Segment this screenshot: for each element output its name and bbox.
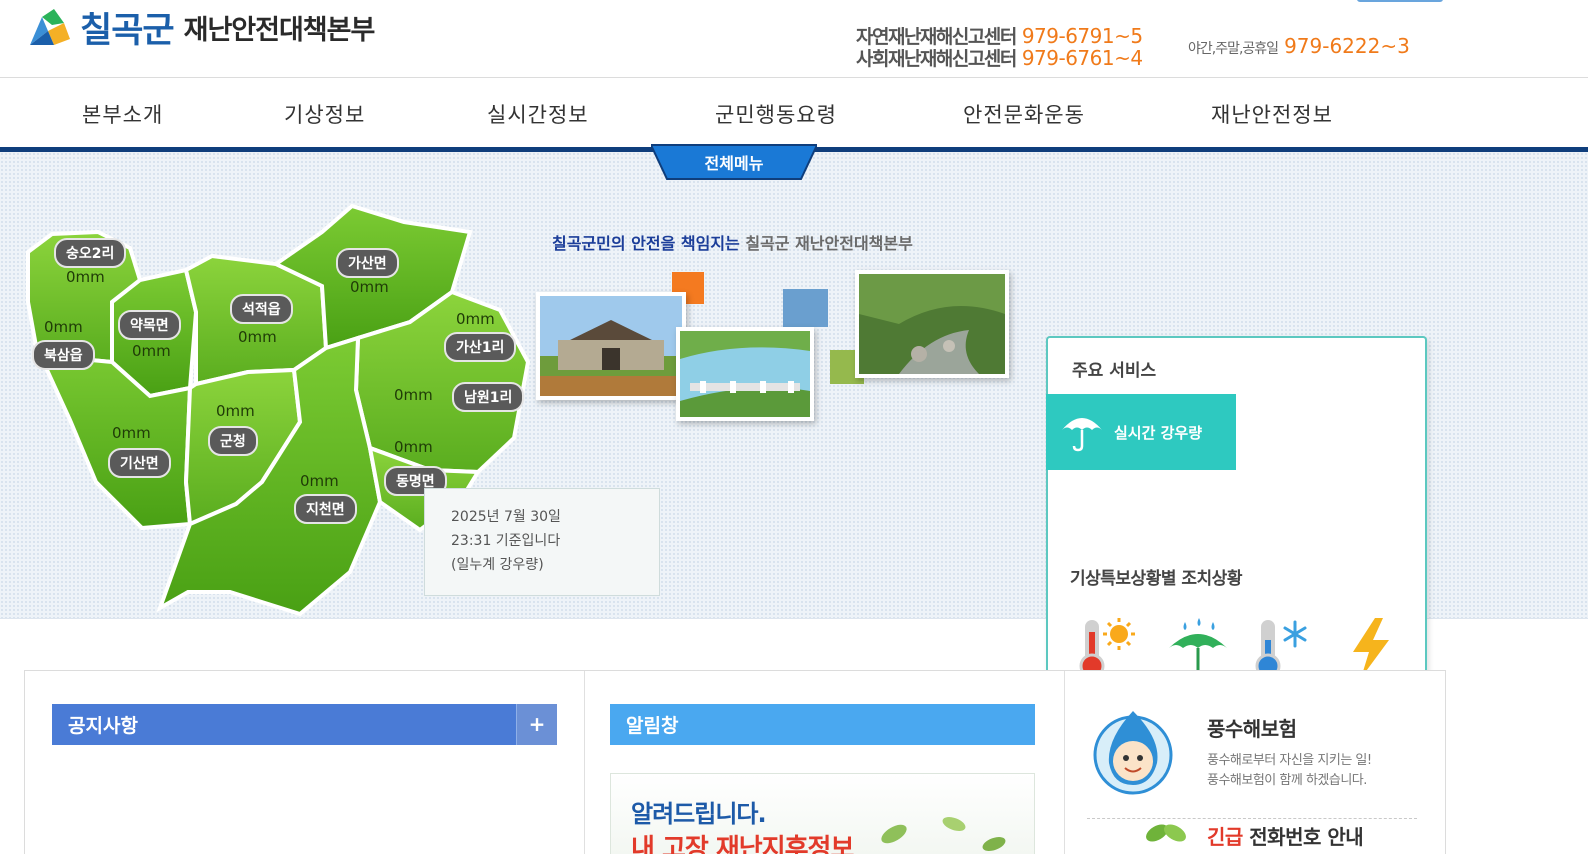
nav-item-disaster-info[interactable]: 재난안전정보: [1211, 99, 1333, 129]
emergency-label-rest: 전화번호 안내: [1242, 825, 1364, 849]
area-tag-gasan1ri[interactable]: 가산1리: [444, 332, 517, 362]
rain-value: 0mm: [112, 424, 151, 442]
rain-basis-line: (일누계 강우량): [451, 557, 544, 573]
all-menu-button[interactable]: 전체메뉴: [651, 143, 817, 181]
night-label: 야간,주말,공휴일: [1188, 41, 1279, 57]
main-navigation: 본부소개 기상정보 실시간정보 군민행동요령 안전문화운동 재난안전정보: [0, 79, 1588, 149]
rain-value: 0mm: [132, 342, 171, 360]
column-divider: [1064, 671, 1065, 854]
realtime-rainfall-tab[interactable]: 실시간 강우량: [1046, 394, 1236, 470]
night-contact: 야간,주말,공휴일 979-6222~3: [1188, 34, 1410, 58]
alert-banner-title: 알려드립니다.: [631, 800, 767, 828]
insurance-mascot-icon: [1091, 705, 1177, 799]
county-name: 칠곡군: [80, 11, 175, 51]
rain-value: 0mm: [300, 472, 339, 490]
site-logo[interactable]: 칠곡군 재난안전대책본부: [24, 2, 376, 53]
org-name: 재난안전대책본부: [183, 15, 376, 46]
weather-alert-title: 기상특보상황별 조치상황: [1070, 569, 1242, 589]
contact-row-social: 사회재난재해신고센터 979-6761~4: [856, 44, 1143, 70]
rain-value: 0mm: [456, 310, 495, 328]
site-header: 칠곡군 재난안전대책본부 자연재난재해신고센터 979-6791~5 사회재난재…: [0, 0, 1588, 78]
night-phone: 979-6222~3: [1284, 34, 1410, 58]
nav-item-guidelines[interactable]: 군민행동요령: [715, 99, 837, 129]
nav-item-weather[interactable]: 기상정보: [284, 99, 365, 129]
area-tag-jicheon[interactable]: 지천면: [294, 494, 357, 524]
rain-value: 0mm: [350, 278, 389, 296]
slogan: 칠곡군민의 안전을 책임지는 칠곡군 재난안전대책본부: [552, 230, 913, 254]
insurance-desc-line: 풍수해로부터 자신을 지키는 일!: [1207, 753, 1372, 768]
rain-value: 0mm: [66, 268, 105, 286]
report-contacts: 자연재난재해신고센터 979-6791~5 사회재난재해신고센터 979-676…: [856, 22, 1143, 70]
leaf-decor-icon: [881, 817, 1006, 851]
area-tag-sungo2ri[interactable]: 숭오2리: [54, 238, 127, 268]
leaf-icon: [1141, 819, 1191, 854]
insurance-title[interactable]: 풍수해보험: [1207, 713, 1297, 742]
services-title: 주요 서비스: [1072, 361, 1157, 381]
date-line: 2025년 7월 30일: [451, 509, 561, 525]
photo-river-bridge: [676, 327, 814, 421]
nav-item-about[interactable]: 본부소개: [82, 99, 163, 129]
area-tag-gisan[interactable]: 기산면: [108, 448, 171, 478]
area-tag-county-office[interactable]: 군청: [208, 426, 258, 456]
rain-value: 0mm: [216, 402, 255, 420]
rain-value: 0mm: [238, 328, 277, 346]
alert-title: 알림창: [626, 715, 679, 737]
photo-fortress: [536, 292, 686, 400]
nav-item-safety-culture[interactable]: 안전문화운동: [963, 99, 1085, 129]
notice-header: 공지사항 +: [52, 704, 557, 745]
contact-label: 사회재난재해신고센터: [856, 48, 1017, 70]
contact-phone: 979-6761~4: [1021, 46, 1143, 70]
area-tag-gasan[interactable]: 가산면: [336, 248, 399, 278]
rain-value: 0mm: [394, 438, 433, 456]
slogan-strong: 칠곡군민의 안전을 책임지는: [552, 234, 740, 253]
notice-more-button[interactable]: +: [516, 704, 557, 745]
column-divider: [584, 671, 585, 854]
area-tag-seokjeok[interactable]: 석적읍: [230, 294, 293, 324]
realtime-rainfall-label: 실시간 강우량: [1114, 423, 1203, 442]
all-menu-label: 전체메뉴: [704, 154, 764, 173]
insurance-description: 풍수해로부터 자신을 지키는 일! 풍수해보험이 함께 하겠습니다.: [1207, 751, 1372, 791]
main-visual: 숭오2리 0mm 가산면 0mm 석적읍 0mm 약목면 0mm 북삼읍 0mm…: [0, 152, 1588, 740]
alert-banner-subtitle: 내 고장 재난지후정보: [631, 834, 854, 854]
insurance-desc-line: 풍수해보험이 함께 하겠습니다.: [1207, 773, 1367, 788]
contact-row-natural: 자연재난재해신고센터 979-6791~5: [856, 22, 1143, 48]
time-line: 23:31 기준입니다: [451, 533, 561, 549]
alert-banner[interactable]: 알려드립니다. 내 고장 재난지후정보: [610, 773, 1035, 854]
photo-valley-stream: [855, 270, 1009, 378]
slogan-rest: 칠곡군 재난안전대책본부: [739, 234, 913, 253]
decor-square: [783, 289, 828, 327]
emergency-label-red: 긴급: [1207, 825, 1243, 849]
rain-value: 0mm: [44, 318, 83, 336]
area-tag-buksam[interactable]: 북삼읍: [32, 340, 95, 370]
rainfall-date-box: 2025년 7월 30일 23:31 기준입니다 (일누계 강우량): [424, 488, 660, 596]
rain-value: 0mm: [394, 386, 433, 404]
notice-title: 공지사항: [68, 715, 138, 737]
emergency-phone-link[interactable]: 긴급 전화번호 안내: [1207, 821, 1364, 850]
contact-phone: 979-6791~5: [1021, 24, 1143, 48]
area-tag-yakmok[interactable]: 약목면: [118, 310, 181, 340]
county-emblem-icon: [24, 5, 74, 51]
area-tag-namwon1ri[interactable]: 남원1리: [452, 382, 525, 412]
nav-item-realtime[interactable]: 실시간정보: [487, 99, 589, 129]
insurance-divider: [1087, 818, 1417, 819]
umbrella-icon: [1060, 408, 1104, 456]
header-utility-box[interactable]: [1357, 0, 1443, 2]
alert-header: 알림창: [610, 704, 1035, 745]
bottom-panels: 공지사항 + 알림창 알려드립니다. 내 고장 재난지후정보 풍수해보험 풍수해…: [24, 670, 1446, 854]
